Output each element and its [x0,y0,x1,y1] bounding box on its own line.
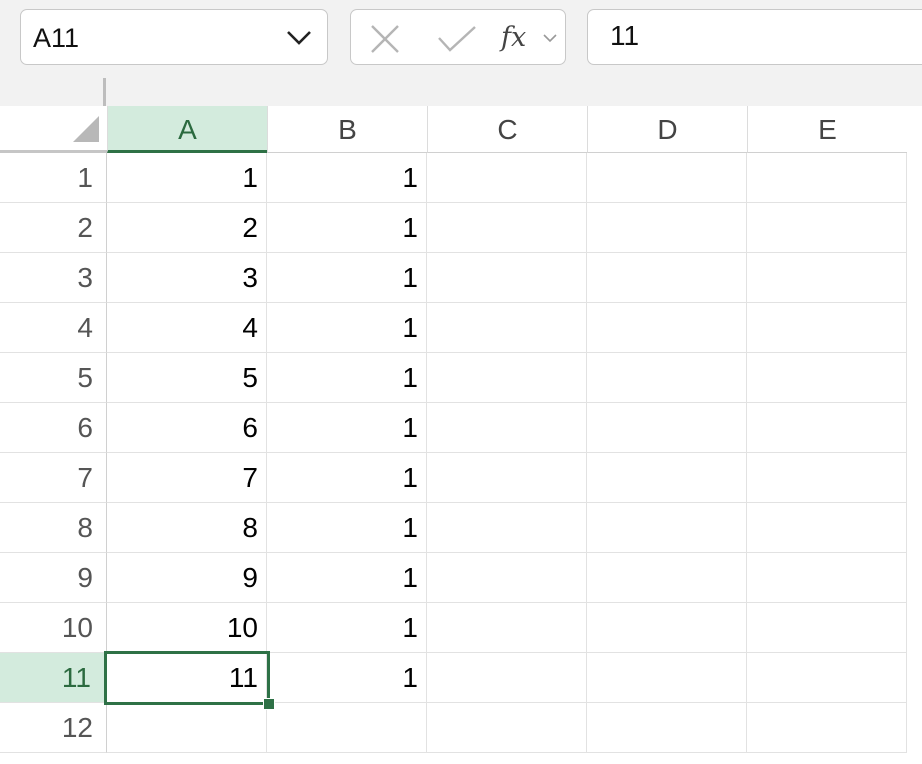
cell-a9[interactable]: 9 [107,553,267,603]
cell-d4[interactable] [587,303,747,353]
insert-function-icon[interactable]: fx [501,22,526,53]
cell-b3[interactable]: 1 [267,253,427,303]
cell-e1[interactable] [747,153,907,203]
cell-e9[interactable] [747,553,907,603]
cell-e5[interactable] [747,353,907,403]
formula-input[interactable]: 11 [587,9,922,65]
cell-a2[interactable]: 2 [107,203,267,253]
row-header-2[interactable]: 2 [0,203,107,253]
cell-b9[interactable]: 1 [267,553,427,603]
cell-b4[interactable]: 1 [267,303,427,353]
cell-d8[interactable] [587,503,747,553]
cell-e10[interactable] [747,603,907,653]
formula-bar: A11 fx 11 [0,0,922,80]
row-header-9[interactable]: 9 [0,553,107,603]
cell-c12[interactable] [427,703,587,753]
cell-d9[interactable] [587,553,747,603]
checkmark-icon[interactable] [437,25,477,53]
row-header-10[interactable]: 10 [0,603,107,653]
cell-d5[interactable] [587,353,747,403]
cell-d11[interactable] [587,653,747,703]
cell-c9[interactable] [427,553,587,603]
cell-b12[interactable] [267,703,427,753]
cell-e2[interactable] [747,203,907,253]
spreadsheet-grid: A B C D E 1 1 1 2 2 1 3 3 1 4 4 1 5 5 1 6 6 1 7 7 1 8 8 1 9 9 1 10 10 1 11 1… [0,106,922,764]
cell-e8[interactable] [747,503,907,553]
cell-a8[interactable]: 8 [107,503,267,553]
chevron-down-icon[interactable] [285,29,313,47]
name-box-value: A11 [33,23,80,53]
cell-c5[interactable] [427,353,587,403]
cell-a5[interactable]: 5 [107,353,267,403]
cell-b7[interactable]: 1 [267,453,427,503]
fill-handle[interactable] [263,698,275,710]
cell-c11[interactable] [427,653,587,703]
select-all-triangle-icon [73,116,99,142]
cell-c6[interactable] [427,403,587,453]
chevron-down-icon[interactable] [543,34,557,43]
row-header-11[interactable]: 11 [0,653,107,703]
cell-d2[interactable] [587,203,747,253]
cell-d1[interactable] [587,153,747,203]
select-all-button[interactable] [0,106,107,153]
row-header-7[interactable]: 7 [0,453,107,503]
cell-c8[interactable] [427,503,587,553]
cell-a10[interactable]: 10 [107,603,267,653]
cell-a3[interactable]: 3 [107,253,267,303]
formula-value: 11 [610,20,640,51]
cell-e7[interactable] [747,453,907,503]
cell-a12[interactable] [107,703,267,753]
cell-e3[interactable] [747,253,907,303]
cell-b10[interactable]: 1 [267,603,427,653]
cell-b5[interactable]: 1 [267,353,427,403]
cell-e11[interactable] [747,653,907,703]
column-header-e[interactable]: E [747,106,907,153]
cell-d12[interactable] [587,703,747,753]
column-header-b[interactable]: B [267,106,427,153]
cell-e4[interactable] [747,303,907,353]
cell-c2[interactable] [427,203,587,253]
cell-b11[interactable]: 1 [267,653,427,703]
cell-a4[interactable]: 4 [107,303,267,353]
cell-b6[interactable]: 1 [267,403,427,453]
cell-d10[interactable] [587,603,747,653]
row-header-4[interactable]: 4 [0,303,107,353]
cell-e6[interactable] [747,403,907,453]
column-header-a[interactable]: A [107,106,267,153]
row-header-5[interactable]: 5 [0,353,107,403]
row-header-6[interactable]: 6 [0,403,107,453]
row-header-1[interactable]: 1 [0,153,107,203]
cell-a1[interactable]: 1 [107,153,267,203]
cell-c3[interactable] [427,253,587,303]
name-box[interactable]: A11 [20,9,328,65]
cancel-icon[interactable] [369,23,401,55]
cell-d6[interactable] [587,403,747,453]
column-header-d[interactable]: D [587,106,747,153]
row-header-3[interactable]: 3 [0,253,107,303]
column-header-c[interactable]: C [427,106,587,153]
cell-d3[interactable] [587,253,747,303]
cell-a7[interactable]: 7 [107,453,267,503]
row-header-8[interactable]: 8 [0,503,107,553]
cell-b1[interactable]: 1 [267,153,427,203]
cell-e12[interactable] [747,703,907,753]
cell-b2[interactable]: 1 [267,203,427,253]
cell-b8[interactable]: 1 [267,503,427,553]
cell-c4[interactable] [427,303,587,353]
cell-c10[interactable] [427,603,587,653]
splitter-handle[interactable] [103,78,106,108]
cell-a11[interactable]: 11 [107,653,267,703]
cell-d7[interactable] [587,453,747,503]
cell-c1[interactable] [427,153,587,203]
row-header-12[interactable]: 12 [0,703,107,753]
cell-c7[interactable] [427,453,587,503]
formula-actions: fx [350,9,566,65]
cell-a6[interactable]: 6 [107,403,267,453]
